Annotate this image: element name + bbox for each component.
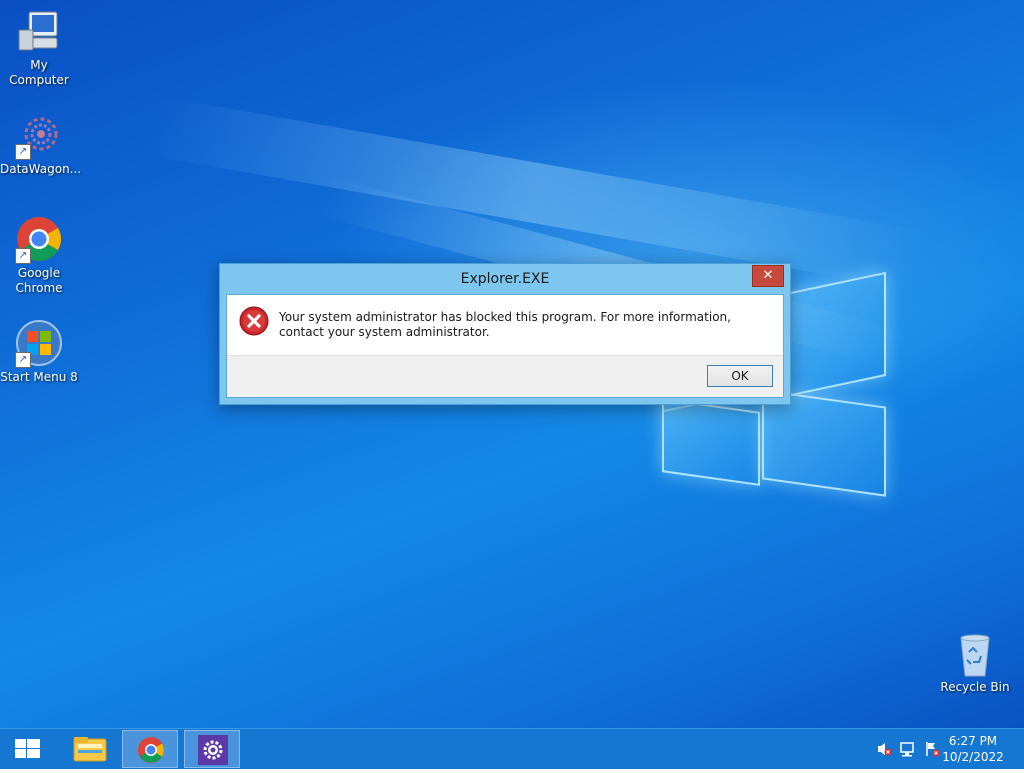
message-dialog: Explorer.EXE ✕ Your system administrator… (219, 263, 791, 405)
desktop-icon-label: My Computer (9, 58, 69, 87)
shortcut-arrow-icon: ↗ (15, 248, 31, 264)
desktop-icon-label: Start Menu 8 (0, 370, 78, 384)
wallpaper-logo-pane (662, 398, 760, 486)
datawagon-icon: ↗ (15, 112, 63, 160)
shortcut-arrow-icon: ↗ (15, 352, 31, 368)
taskbar-chrome[interactable] (122, 730, 178, 768)
settings-gear-icon (198, 735, 228, 765)
taskbar-file-explorer[interactable] (62, 730, 118, 768)
system-tray: 6:27 PM 10/2/2022 (864, 729, 1024, 769)
desktop-icon-label: DataWagon... (0, 162, 82, 176)
taskbar: 6:27 PM 10/2/2022 (0, 728, 1024, 769)
desktop-icon-datawagon[interactable]: ↗ DataWagon... (0, 112, 82, 177)
desktop-icon-recycle-bin[interactable]: Recycle Bin (936, 630, 1014, 695)
desktop-icon-start-menu-8[interactable]: ↗ Start Menu 8 (0, 320, 78, 385)
dialog-close-button[interactable]: ✕ (752, 265, 784, 287)
dialog-title: Explorer.EXE (460, 271, 550, 287)
desktop-icon-label: Recycle Bin (940, 680, 1010, 694)
volume-muted-icon[interactable] (876, 741, 892, 757)
taskbar-clock[interactable]: 6:27 PM 10/2/2022 (938, 733, 1008, 765)
windows-logo-icon (15, 739, 40, 758)
dialog-footer: OK (227, 355, 783, 397)
clock-time: 6:27 PM (948, 734, 998, 748)
desktop-icon-my-computer[interactable]: My Computer (0, 8, 78, 88)
start-button[interactable] (0, 730, 56, 768)
chrome-icon: ↗ (15, 216, 63, 264)
file-explorer-icon (73, 737, 107, 762)
desktop-icon-label: Google Chrome (15, 266, 63, 295)
network-icon[interactable] (900, 741, 916, 757)
error-icon (239, 306, 269, 336)
recycle-bin-icon (951, 630, 999, 678)
ok-button[interactable]: OK (707, 365, 773, 387)
dialog-message: Your system administrator has blocked th… (279, 310, 731, 339)
desktop-icon-google-chrome[interactable]: ↗ Google Chrome (0, 216, 78, 296)
shortcut-arrow-icon: ↗ (15, 144, 31, 160)
wallpaper-logo-pane (762, 389, 886, 497)
dialog-body: Your system administrator has blocked th… (226, 294, 784, 398)
taskbar-settings[interactable] (184, 730, 240, 768)
chrome-icon (138, 737, 164, 763)
computer-icon (15, 8, 63, 56)
windows-orb-icon: ↗ (15, 320, 63, 368)
clock-date: 10/2/2022 (942, 750, 1004, 764)
